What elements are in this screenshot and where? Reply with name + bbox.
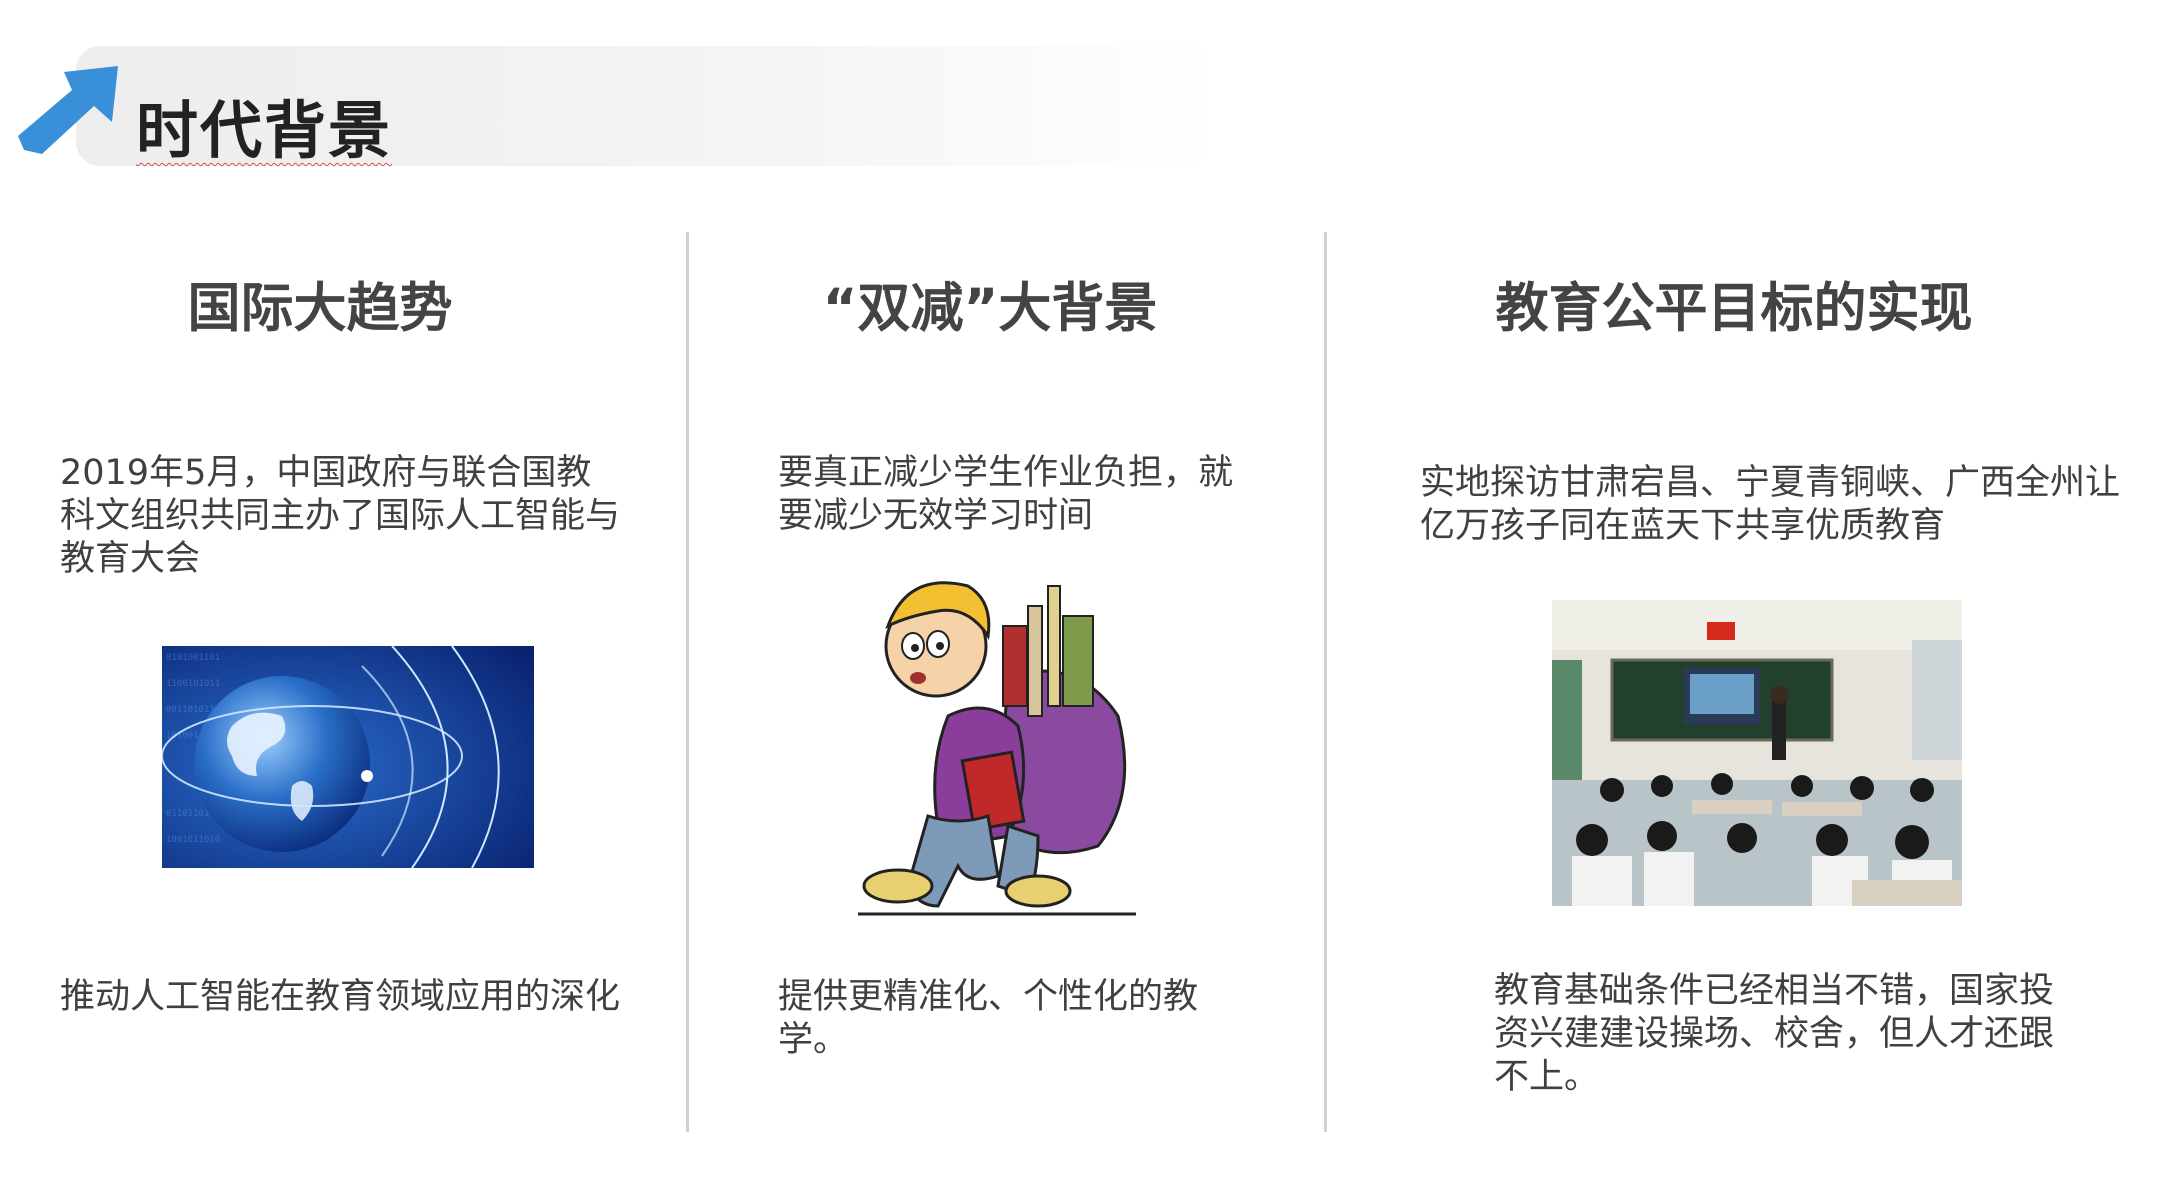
arrow-up-right-icon xyxy=(14,66,120,158)
svg-text:1001011010: 1001011010 xyxy=(166,835,220,845)
page-title: 时代背景 xyxy=(136,94,393,167)
svg-text:0101001101: 0101001101 xyxy=(166,653,220,663)
classroom-photo-image xyxy=(1552,600,1962,906)
column-title-education-equity: 教育公平目标的实现 xyxy=(1495,278,1973,339)
svg-text:1100101011: 1100101011 xyxy=(166,679,220,689)
student-heavy-backpack-image xyxy=(858,566,1136,916)
column-title-double-reduction: “双减”大背景 xyxy=(822,278,1158,339)
column-conclusion-text: 推动人工智能在教育领域应用的深化 xyxy=(60,977,621,1017)
column-divider xyxy=(1324,232,1327,1132)
column-intro-text: 要真正减少学生作业负担，就要减少无效学习时间 xyxy=(778,453,1234,536)
column-title-international-trend: 国际大趋势 xyxy=(187,278,453,339)
column-conclusion-text: 提供更精准化、个性化的教学。 xyxy=(778,977,1199,1060)
column-intro-text: 2019年5月，中国政府与联合国教科文组织共同主办了国际人工智能与教育大会 xyxy=(60,453,621,579)
column-intro-text: 实地探访甘肃宕昌、宁夏青铜峡、广西全州让亿万孩子同在蓝天下共享优质教育 xyxy=(1420,463,2121,546)
globe-network-image: 0101001101 1100101011 0011010110 101001100… xyxy=(162,646,534,868)
column-divider xyxy=(686,232,689,1132)
column-conclusion-text: 教育基础条件已经相当不错，国家投资兴建建设操场、校舍，但人才还跟不上。 xyxy=(1494,971,2055,1097)
